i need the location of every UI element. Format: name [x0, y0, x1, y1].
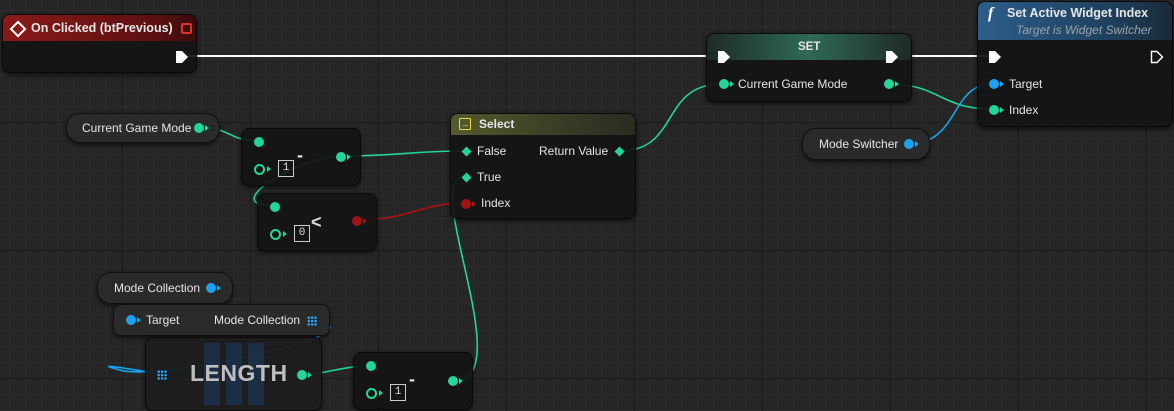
subtract1-a-pin[interactable]	[254, 137, 264, 147]
get-collection-target-label: Target	[146, 313, 180, 327]
event-node-title: On Clicked (btPrevious)	[31, 21, 173, 35]
less-a-pin[interactable]	[270, 202, 280, 212]
function-icon: f	[988, 5, 994, 22]
subtract2-operator: -	[409, 369, 415, 389]
mode-collection-arrow-icon	[217, 285, 221, 291]
get-collection-target-pin[interactable]	[126, 315, 136, 325]
function-node-title: Set Active Widget Index	[1007, 6, 1149, 20]
select-index-arrow-icon	[472, 201, 476, 207]
subtract2-b-value[interactable]: 1	[390, 384, 406, 401]
get-mode-collection-node[interactable]: Target Mode Collection	[113, 304, 330, 336]
subtract-node-2[interactable]: 1 -	[353, 352, 473, 410]
less-b-pin[interactable]	[270, 229, 281, 240]
mode-collection-getter[interactable]: Mode Collection	[97, 272, 233, 304]
function-target-label: Target	[1009, 77, 1043, 91]
event-node-on-clicked[interactable]: On Clicked (btPrevious)	[2, 14, 197, 73]
subtract1-b-arrow-icon	[267, 166, 271, 172]
length-node[interactable]: LENGTH	[145, 337, 322, 411]
function-node-subtitle: Target is Widget Switcher	[1016, 23, 1152, 37]
select-true-pin[interactable]	[461, 172, 472, 183]
subtract2-out-pin[interactable]	[448, 376, 458, 386]
subtract-node-1[interactable]: 1 -	[241, 128, 361, 186]
length-node-title: LENGTH	[190, 360, 288, 386]
subtract2-b-pin[interactable]	[366, 388, 377, 399]
set-active-widget-index-node[interactable]: f Set Active Widget Index Target is Widg…	[977, 1, 1173, 127]
length-out-arrow-icon	[308, 372, 312, 378]
subtract2-b-arrow-icon	[379, 390, 383, 396]
current-game-mode-getter[interactable]: Current Game Mode	[66, 113, 220, 143]
subtract1-out-arrow-icon	[347, 154, 351, 160]
length-out-pin[interactable]	[297, 370, 307, 380]
select-node-title: Select	[479, 117, 515, 131]
select-index-label: Index	[481, 196, 511, 210]
function-index-label: Index	[1009, 103, 1039, 117]
subtract1-b-value[interactable]: 1	[278, 160, 294, 177]
subtract1-operator: -	[297, 145, 303, 165]
current-game-mode-arrow-icon	[205, 125, 209, 131]
set-pin-arrow-icon	[730, 81, 734, 87]
set-value-in-pin[interactable]	[719, 79, 729, 89]
get-collection-output-label: Mode Collection	[214, 313, 301, 327]
less-than-node[interactable]: 0 <	[257, 193, 377, 251]
select-false-label: False	[477, 144, 507, 158]
mode-collection-label: Mode Collection	[114, 281, 201, 295]
select-return-label: Return Value	[539, 144, 609, 158]
less-out-pin[interactable]	[352, 216, 362, 226]
mode-collection-out-pin[interactable]	[206, 283, 216, 293]
set-node[interactable]: SET Current Game Mode	[706, 33, 912, 102]
less-b-arrow-icon	[283, 231, 287, 237]
less-operator: <	[311, 212, 322, 232]
subtract1-out-pin[interactable]	[336, 152, 346, 162]
target-pin-arrow-icon	[1000, 81, 1004, 87]
subtract2-a-pin[interactable]	[366, 361, 376, 371]
mode-switcher-arrow-icon	[915, 141, 919, 147]
subtract2-out-arrow-icon	[459, 378, 463, 384]
set-node-title: SET	[798, 41, 821, 53]
set-pin-out-arrow-icon	[895, 81, 899, 87]
select-index-pin[interactable]	[461, 199, 471, 209]
set-pin-label: Current Game Mode	[738, 77, 848, 91]
less-out-arrow-icon	[363, 218, 367, 224]
less-b-value[interactable]: 0	[294, 225, 310, 242]
index-pin-arrow-icon	[1000, 107, 1004, 113]
set-value-out-pin[interactable]	[884, 79, 894, 89]
current-game-mode-out-pin[interactable]	[194, 123, 204, 133]
select-true-label: True	[477, 170, 502, 184]
select-icon: →	[459, 118, 471, 130]
get-collection-target-arrow-icon	[137, 317, 141, 323]
function-target-pin[interactable]	[989, 79, 999, 89]
mode-switcher-label: Mode Switcher	[819, 137, 899, 151]
length-array-in-pin[interactable]	[157, 370, 167, 380]
function-index-pin[interactable]	[989, 105, 999, 115]
select-node[interactable]: → Select False True Index Return Value	[450, 113, 636, 219]
subtract1-b-pin[interactable]	[254, 164, 265, 175]
current-game-mode-label: Current Game Mode	[82, 121, 192, 135]
mode-switcher-getter[interactable]: Mode Switcher	[802, 128, 930, 160]
select-return-pin[interactable]	[614, 146, 625, 157]
mode-switcher-out-pin[interactable]	[904, 139, 914, 149]
event-delegate-icon[interactable]	[181, 23, 192, 34]
array-pin-icon[interactable]	[307, 316, 317, 326]
select-false-pin[interactable]	[461, 146, 472, 157]
